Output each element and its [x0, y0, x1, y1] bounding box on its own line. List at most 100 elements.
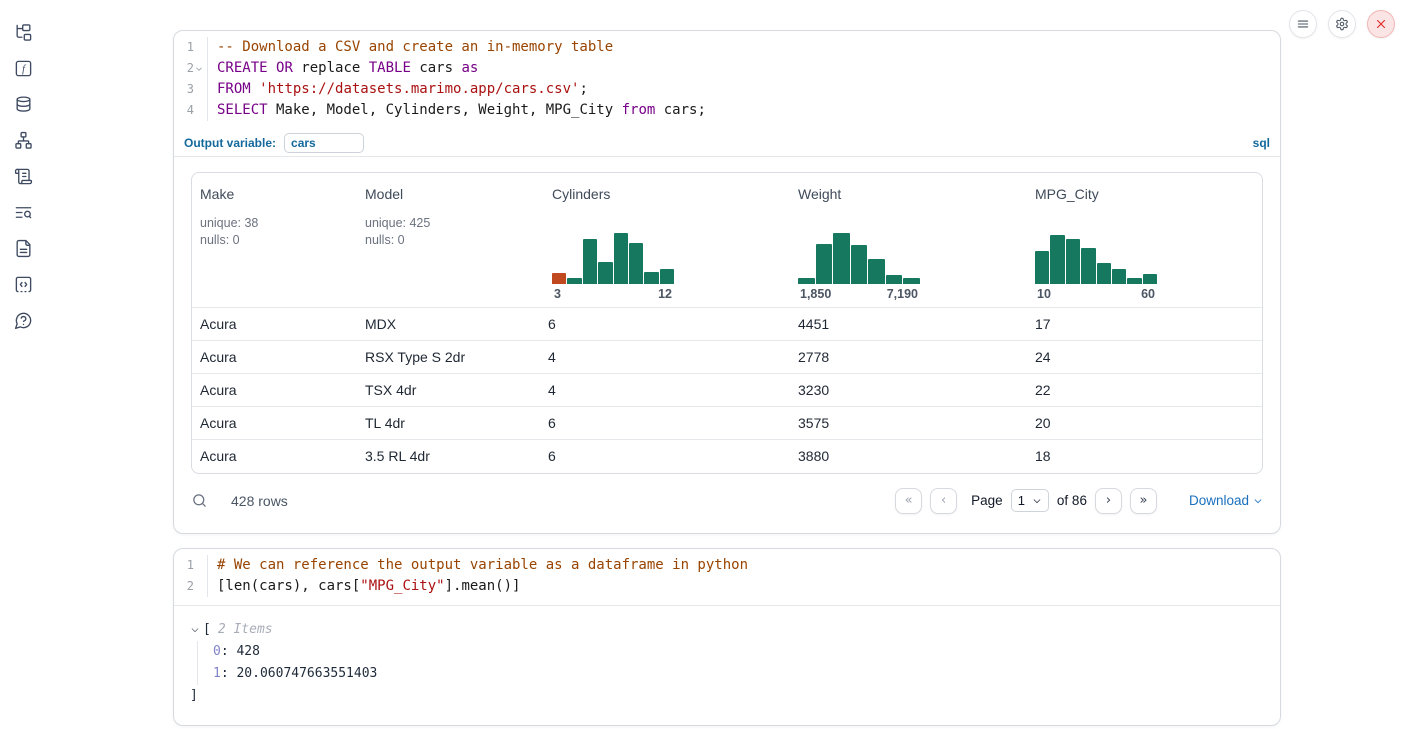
- histogram-bar[interactable]: [1081, 248, 1095, 284]
- sql-code-editor[interactable]: 1-- Download a CSV and create an in-memo…: [174, 31, 1280, 129]
- histogram-bar[interactable]: [816, 244, 833, 284]
- table-cell: 3880: [790, 440, 1027, 473]
- settings-button[interactable]: [1328, 10, 1356, 38]
- sidebar-item-scratchpad[interactable]: [0, 158, 46, 194]
- file-tree-icon: [14, 23, 33, 42]
- histogram-bar[interactable]: [567, 278, 581, 284]
- column-header-cylinders[interactable]: Cylinders 312: [540, 173, 790, 308]
- line-number: 2: [174, 58, 208, 79]
- weight-histogram[interactable]: 1,8507,190: [798, 231, 920, 301]
- column-header-model[interactable]: Model unique: 425nulls: 0: [357, 173, 540, 308]
- sql-cell-footer: Output variable: sql: [174, 129, 1280, 157]
- table-cell: 4: [540, 341, 790, 374]
- code-line[interactable]: 1-- Download a CSV and create an in-memo…: [174, 37, 1280, 58]
- line-number: 1: [174, 37, 208, 58]
- code-line[interactable]: 2CREATE OR replace TABLE cars as: [174, 58, 1280, 79]
- code-line[interactable]: 4SELECT Make, Model, Cylinders, Weight, …: [174, 100, 1280, 121]
- table-row[interactable]: AcuraRSX Type S 2dr4277824: [192, 341, 1262, 374]
- table-cell: Acura: [192, 374, 357, 407]
- histogram-bar[interactable]: [1066, 239, 1080, 284]
- code-line[interactable]: 2[len(cars), cars["MPG_City"].mean()]: [174, 576, 1280, 597]
- table-body: AcuraMDX6445117AcuraRSX Type S 2dr427782…: [192, 308, 1262, 473]
- histogram-bar[interactable]: [1097, 263, 1111, 284]
- code-box-icon: [14, 275, 33, 294]
- histogram-bar[interactable]: [851, 245, 868, 284]
- histogram-bar[interactable]: [644, 272, 658, 284]
- notebook-menu-button[interactable]: [1289, 10, 1317, 38]
- sidebar-item-snippets[interactable]: [0, 266, 46, 302]
- histogram-bar[interactable]: [614, 233, 628, 284]
- table-search-button[interactable]: [191, 492, 208, 509]
- table-cell: 3.5 RL 4dr: [357, 440, 540, 473]
- sidebar-item-variables[interactable]: f: [0, 50, 46, 86]
- sidebar-item-documentation[interactable]: [0, 230, 46, 266]
- download-button[interactable]: Download: [1189, 493, 1263, 508]
- table-cell: 6: [540, 407, 790, 440]
- column-title: Weight: [798, 186, 1019, 202]
- results-table: Make unique: 38nulls: 0 Model unique: 42…: [191, 172, 1263, 474]
- last-page-button[interactable]: »: [1130, 488, 1157, 514]
- first-page-button[interactable]: «: [895, 488, 922, 514]
- tree-collapse-toggle[interactable]: [190, 625, 200, 635]
- histogram-bar[interactable]: [1050, 235, 1064, 284]
- table-cell: 6: [540, 308, 790, 341]
- column-stats: unique: 38nulls: 0: [200, 215, 349, 249]
- histogram-bar[interactable]: [833, 233, 850, 284]
- sidebar-item-file-explorer[interactable]: [0, 14, 46, 50]
- table-cell: TSX 4dr: [357, 374, 540, 407]
- table-cell: 3230: [790, 374, 1027, 407]
- column-header-weight[interactable]: Weight 1,8507,190: [790, 173, 1027, 308]
- next-page-button[interactable]: ›: [1095, 488, 1122, 514]
- chevron-down-icon: [1032, 496, 1042, 506]
- code-line[interactable]: 3FROM 'https://datasets.marimo.app/cars.…: [174, 79, 1280, 100]
- sidebar-item-dependency-graph[interactable]: [0, 122, 46, 158]
- column-header-mpg-city[interactable]: MPG_City 1060: [1027, 173, 1262, 308]
- table-row[interactable]: AcuraTSX 4dr4323022: [192, 374, 1262, 407]
- sidebar-item-logs[interactable]: [0, 194, 46, 230]
- histogram-bar[interactable]: [660, 269, 674, 284]
- line-number: 2: [174, 576, 208, 597]
- column-header-make[interactable]: Make unique: 38nulls: 0: [192, 173, 357, 308]
- histogram-bar[interactable]: [583, 239, 597, 284]
- function-square-icon: f: [14, 59, 33, 78]
- column-title: Model: [365, 186, 532, 202]
- histogram-bar[interactable]: [1143, 274, 1157, 284]
- code-line[interactable]: 1# We can reference the output variable …: [174, 555, 1280, 576]
- table-row[interactable]: AcuraTL 4dr6357520: [192, 407, 1262, 440]
- histogram-bar[interactable]: [1112, 269, 1126, 284]
- histogram-bar[interactable]: [903, 278, 920, 284]
- table-row[interactable]: AcuraMDX6445117: [192, 308, 1262, 341]
- table-cell: Acura: [192, 440, 357, 473]
- column-title: MPG_City: [1035, 186, 1254, 202]
- histogram-bar[interactable]: [1035, 251, 1049, 284]
- tree-items-count: 2 Items: [218, 619, 273, 641]
- histogram-bar[interactable]: [552, 273, 566, 284]
- cylinders-histogram[interactable]: 312: [552, 231, 674, 301]
- page-select[interactable]: 1: [1011, 489, 1049, 512]
- histogram-bar[interactable]: [798, 278, 815, 284]
- table-cell: 22: [1027, 374, 1262, 407]
- chevron-down-icon: [1253, 496, 1263, 506]
- tree-close-bracket: ]: [190, 685, 1264, 707]
- python-code-editor[interactable]: 1# We can reference the output variable …: [174, 549, 1280, 605]
- histogram-bar[interactable]: [1127, 278, 1141, 284]
- histogram-bar[interactable]: [598, 262, 612, 284]
- tree-entries: 0: 4281: 20.060747663551403: [197, 641, 1264, 685]
- language-badge[interactable]: sql: [1253, 136, 1270, 150]
- shutdown-button[interactable]: [1367, 10, 1395, 38]
- histogram-bar[interactable]: [868, 259, 885, 284]
- prev-page-button[interactable]: ‹: [930, 488, 957, 514]
- table-row[interactable]: Acura3.5 RL 4dr6388018: [192, 440, 1262, 473]
- column-title: Cylinders: [552, 186, 782, 202]
- output-variable-input[interactable]: [284, 133, 364, 153]
- mpg-city-histogram[interactable]: 1060: [1035, 231, 1157, 301]
- histogram-bar[interactable]: [886, 275, 903, 284]
- table-cell: 17: [1027, 308, 1262, 341]
- histogram-bar[interactable]: [629, 243, 643, 284]
- sidebar-item-datasources[interactable]: [0, 86, 46, 122]
- table-footer: 428 rows « ‹ Page 1 of 86 › » Download: [191, 487, 1263, 517]
- sidebar-item-help[interactable]: [0, 302, 46, 338]
- close-icon: [1374, 17, 1388, 31]
- scroll-icon: [14, 167, 33, 186]
- histogram-axis-labels: 1060: [1035, 287, 1157, 301]
